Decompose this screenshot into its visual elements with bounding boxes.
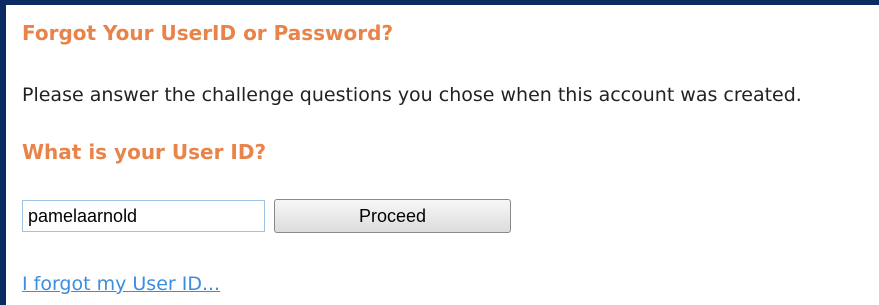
userid-question: What is your User ID?: [22, 140, 267, 164]
instructions-text: Please answer the challenge questions yo…: [22, 84, 802, 106]
page-title: Forgot Your UserID or Password?: [22, 21, 394, 45]
recovery-panel: Forgot Your UserID or Password? Please a…: [0, 0, 879, 305]
proceed-button[interactable]: Proceed: [274, 199, 511, 233]
userid-input[interactable]: [22, 200, 265, 232]
forgot-userid-link[interactable]: I forgot my User ID...: [22, 273, 220, 295]
